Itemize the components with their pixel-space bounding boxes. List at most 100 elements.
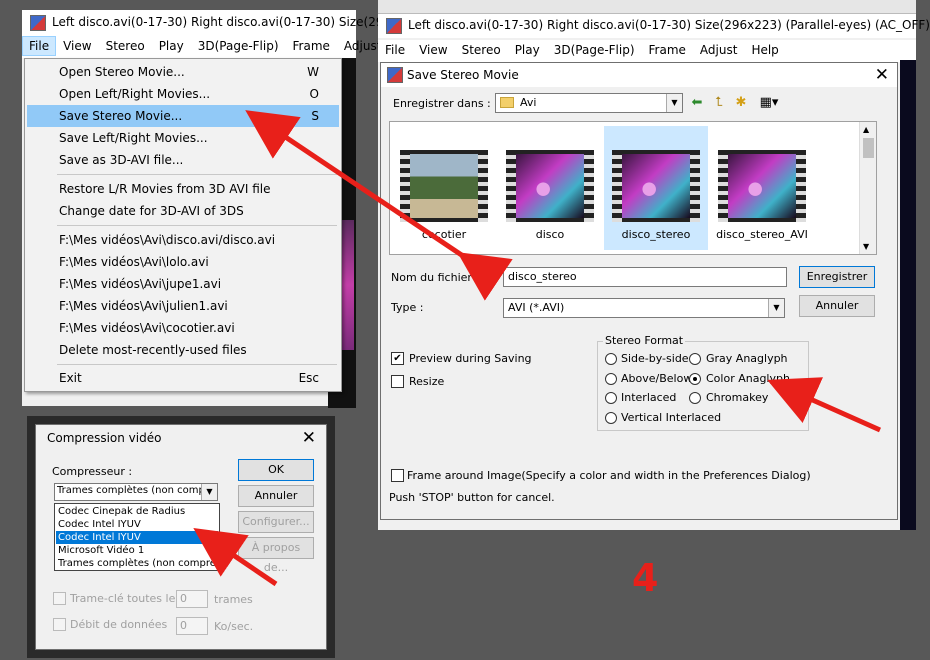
menu-separator: [57, 364, 337, 365]
list-item[interactable]: Trames complètes (non compressé: [56, 557, 218, 570]
radio-vertical-interlaced[interactable]: [605, 412, 617, 424]
menu-file[interactable]: File: [22, 36, 57, 56]
radio-color-anaglyph[interactable]: [689, 373, 701, 385]
file-list-scrollbar[interactable]: ▲ ▼: [859, 122, 876, 254]
save-in-combo[interactable]: Avi ▼: [495, 93, 683, 113]
menu-item-recent-file[interactable]: F:\Mes vidéos\Avi\julien1.avi: [27, 295, 339, 317]
compressor-value: Trames complètes (non compr: [57, 485, 209, 496]
configure-button[interactable]: Configurer...: [238, 511, 314, 533]
title-bar-left: Left disco.avi(0-17-30) Right disco.avi(…: [22, 10, 406, 36]
dialog-title: Compression vidéo: [47, 431, 162, 445]
app-icon: [386, 18, 402, 34]
view-menu-icon[interactable]: ▦▾: [755, 93, 783, 113]
compressor-combo[interactable]: Trames complètes (non compr ▼: [54, 483, 218, 501]
stereo-format-caption: Stereo Format: [603, 334, 686, 347]
scrollbar-thumb[interactable]: [863, 138, 874, 158]
preview-checkbox[interactable]: ✔: [391, 352, 404, 365]
menu-stereo[interactable]: Stereo: [99, 36, 152, 56]
menu-item-save-left-right-movies[interactable]: Save Left/Right Movies...: [27, 127, 339, 149]
compressor-label: Compresseur :: [52, 465, 133, 478]
save-button[interactable]: Enregistrer: [799, 266, 875, 288]
scroll-up-icon[interactable]: ▲: [863, 125, 869, 134]
menu-view[interactable]: View: [56, 36, 98, 56]
up-folder-icon[interactable]: ⮤: [709, 93, 729, 113]
radio-label: Vertical Interlaced: [621, 411, 722, 424]
frame-around-image-checkbox[interactable]: [391, 469, 404, 482]
video-file-icon: [612, 150, 700, 222]
radio-label: Above/Below: [621, 372, 693, 385]
dialog-title-bar: Compression vidéo ✕: [36, 425, 326, 451]
radio-above-below[interactable]: [605, 373, 617, 385]
type-combo[interactable]: AVI (*.AVI) ▼: [503, 298, 785, 318]
filename-input[interactable]: disco_stereo: [503, 267, 787, 287]
resize-checkbox[interactable]: [391, 375, 404, 388]
menu-item-save-stereo-movie[interactable]: Save Stereo Movie... S: [27, 105, 339, 127]
step-number: 4: [632, 556, 659, 600]
menu-3d-page-flip[interactable]: 3D(Page-Flip): [191, 36, 286, 56]
radio-label: Interlaced: [621, 391, 677, 404]
file-item-disco-stereo[interactable]: disco_stereo: [604, 126, 708, 250]
file-item-disco-stereo-avi[interactable]: disco_stereo_AVI: [710, 126, 814, 250]
keyframe-input[interactable]: 0: [176, 590, 208, 608]
radio-interlaced[interactable]: [605, 392, 617, 404]
about-button[interactable]: À propos de...: [238, 537, 314, 574]
menu-item-recent-file[interactable]: F:\Mes vidéos\Avi\disco.avi/disco.avi: [27, 229, 339, 251]
datarate-unit: Ko/sec.: [214, 620, 254, 633]
menu-item-save-as-3d-avi[interactable]: Save as 3D-AVI file...: [27, 149, 339, 171]
menu-separator: [57, 225, 337, 226]
list-item[interactable]: Codec Intel IYUV: [56, 518, 218, 531]
menubar-right: File View Stereo Play 3D(Page-Flip) Frame Adju…: [378, 40, 916, 62]
menu-item-change-date[interactable]: Change date for 3D-AVI of 3DS: [27, 200, 339, 222]
cancel-button[interactable]: Annuler: [799, 295, 875, 317]
radio-chromakey[interactable]: [689, 392, 701, 404]
toolbar-strip: [378, 0, 916, 14]
radio-gray-anaglyph[interactable]: [689, 353, 701, 365]
datarate-input[interactable]: 0: [176, 617, 208, 635]
menu-stereo[interactable]: Stereo: [455, 40, 508, 60]
list-item[interactable]: Microsoft Vidéo 1: [56, 544, 218, 557]
chevron-down-icon[interactable]: ▼: [666, 94, 682, 112]
list-item[interactable]: Codec Cinepak de Radius: [56, 505, 218, 518]
menu-item-recent-file[interactable]: F:\Mes vidéos\Avi\jupe1.avi: [27, 273, 339, 295]
keyframe-checkbox[interactable]: [53, 592, 66, 605]
chevron-down-icon[interactable]: ▼: [768, 299, 784, 317]
menu-view[interactable]: View: [412, 40, 454, 60]
chevron-down-icon[interactable]: ▼: [201, 484, 217, 500]
cancel-button[interactable]: Annuler: [238, 485, 314, 507]
menu-frame[interactable]: Frame: [286, 36, 337, 56]
scroll-down-icon[interactable]: ▼: [863, 242, 869, 251]
file-item-cocotier[interactable]: cocotier: [392, 126, 496, 250]
menu-play[interactable]: Play: [152, 36, 191, 56]
menu-frame[interactable]: Frame: [642, 40, 693, 60]
video-compression-dialog: Compression vidéo ✕ Compresseur : Trames…: [35, 424, 327, 650]
menu-3d-page-flip[interactable]: 3D(Page-Flip): [547, 40, 642, 60]
menu-adjust[interactable]: Adjust: [693, 40, 745, 60]
menu-file[interactable]: File: [378, 40, 412, 60]
close-icon[interactable]: ✕: [875, 65, 889, 85]
video-file-icon: [718, 150, 806, 222]
file-list[interactable]: cocotier disco disco_stereo disco_stereo…: [389, 121, 877, 255]
type-value: AVI (*.AVI): [508, 301, 565, 314]
list-item-selected[interactable]: Codec Intel IYUV: [56, 531, 218, 544]
menu-item-open-stereo-movie[interactable]: Open Stereo Movie... W: [27, 61, 339, 83]
menu-item-restore-lr-movies[interactable]: Restore L/R Movies from 3D AVI file: [27, 178, 339, 200]
compressor-options-list[interactable]: Codec Cinepak de Radius Codec Intel IYUV…: [54, 503, 220, 571]
ok-button[interactable]: OK: [238, 459, 314, 481]
new-folder-icon[interactable]: ✱: [731, 93, 751, 113]
status-text: Push 'STOP' button for cancel.: [389, 491, 555, 504]
menu-item-exit[interactable]: Exit Esc: [27, 367, 339, 389]
resize-label: Resize: [409, 375, 445, 388]
close-icon[interactable]: ✕: [302, 428, 316, 448]
radio-side-by-side[interactable]: [605, 353, 617, 365]
datarate-checkbox[interactable]: [53, 618, 66, 631]
menu-play[interactable]: Play: [508, 40, 547, 60]
menu-help[interactable]: Help: [744, 40, 785, 60]
menu-item-recent-file[interactable]: F:\Mes vidéos\Avi\cocotier.avi: [27, 317, 339, 339]
menu-item-recent-file[interactable]: F:\Mes vidéos\Avi\lolo.avi: [27, 251, 339, 273]
menu-item-delete-mru[interactable]: Delete most-recently-used files: [27, 339, 339, 361]
keyframe-label: Trame-clé toutes les: [70, 592, 182, 605]
menu-item-open-left-right-movies[interactable]: Open Left/Right Movies... O: [27, 83, 339, 105]
back-icon[interactable]: ⬅: [687, 93, 707, 113]
file-item-disco[interactable]: disco: [498, 126, 602, 250]
save-in-value: Avi: [520, 96, 537, 109]
